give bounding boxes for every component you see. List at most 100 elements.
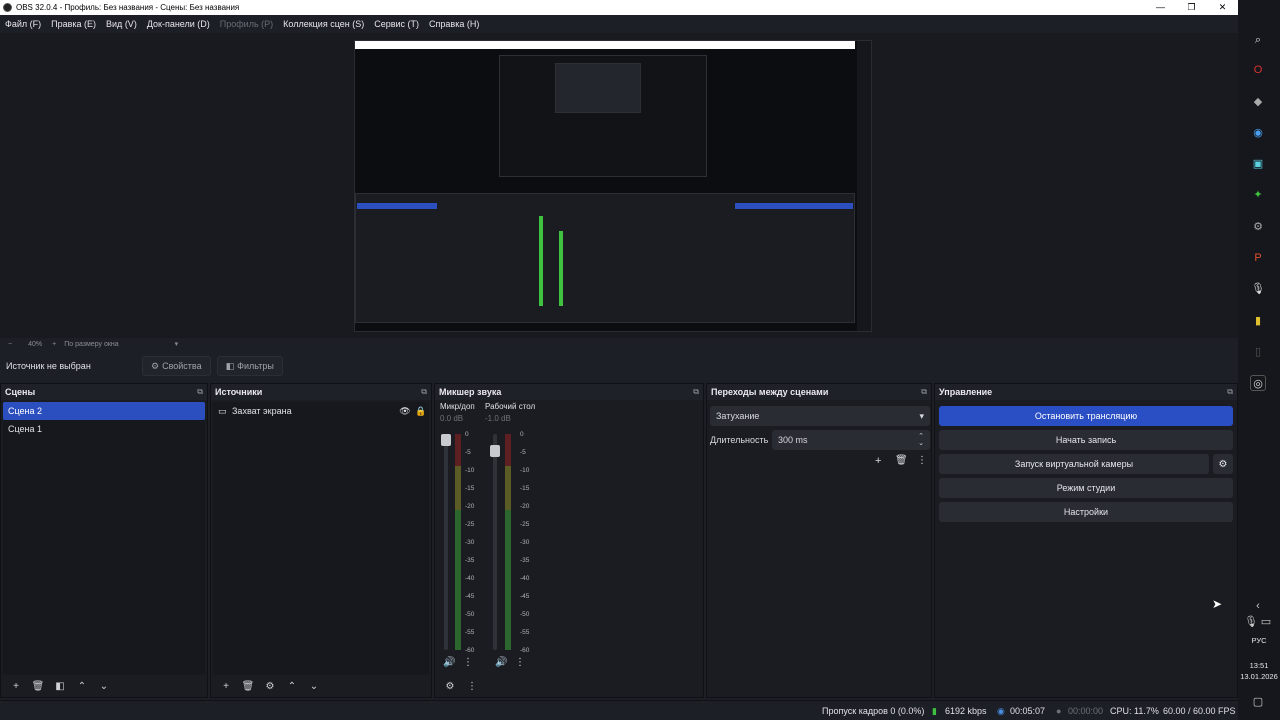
filters-label: Фильтры — [237, 361, 274, 371]
minimize-button[interactable]: — — [1145, 0, 1176, 15]
notification-icon[interactable]: ▢ — [1250, 694, 1266, 710]
powerpoint-icon[interactable]: P — [1250, 250, 1266, 266]
clock-time[interactable]: 13:51 — [1238, 661, 1280, 670]
menu-file[interactable]: Файл (F) — [0, 19, 46, 29]
zoom-in-button[interactable]: + — [52, 341, 56, 348]
trash-icon[interactable]: 🗑 — [237, 681, 259, 692]
source-item[interactable]: ▭ Захват экрана 👁 🔒 — [213, 402, 429, 420]
float-dock-icon[interactable]: ⧉ — [421, 387, 427, 397]
app-icon[interactable]: ◆ — [1250, 94, 1266, 110]
trash-icon[interactable]: 🗑 — [27, 681, 49, 692]
lock-icon[interactable]: 🔒 — [413, 402, 429, 420]
window-title: OBS 32.0.4 - Профиль: Без названия - Сце… — [16, 3, 240, 12]
speaker-icon[interactable]: 🔊 — [495, 657, 507, 668]
close-button[interactable]: ✕ — [1207, 0, 1238, 15]
settings-button[interactable]: Настройки — [939, 502, 1233, 522]
more-options-icon[interactable]: ⋮ — [515, 657, 525, 668]
transition-select[interactable]: Затухание ▾ — [710, 406, 930, 426]
menu-edit[interactable]: Правка (E) — [46, 19, 101, 29]
properties-button[interactable]: ⚙ Свойства — [142, 356, 211, 376]
chevron-left-icon[interactable]: ‹ — [1250, 598, 1266, 614]
filters-button[interactable]: ◧ Фильтры — [216, 356, 283, 376]
add-scene-icon[interactable]: + — [5, 681, 27, 692]
search-icon[interactable]: ⌕ — [1250, 32, 1266, 48]
move-up-icon[interactable]: ⌃ — [71, 681, 93, 692]
app-icon[interactable]: ◉ — [1250, 125, 1266, 141]
trash-icon[interactable]: 🗑 — [895, 455, 908, 466]
volume-fader[interactable] — [441, 434, 451, 650]
microphone-icon[interactable]: 🎙 — [1243, 614, 1259, 630]
float-dock-icon[interactable]: ⧉ — [1227, 387, 1233, 397]
meter-tick-label: -50 — [465, 611, 475, 618]
gear-icon[interactable]: ⚙ — [1213, 454, 1233, 474]
microphone-icon[interactable]: 🎙 — [1250, 281, 1266, 297]
volume-fader[interactable] — [490, 434, 500, 650]
app-icon[interactable]: ▮ — [1250, 313, 1266, 329]
float-dock-icon[interactable]: ⧉ — [921, 387, 927, 397]
more-options-icon[interactable]: ⋮ — [461, 681, 483, 692]
meter-tick-label: -10 — [520, 467, 530, 474]
move-down-icon[interactable]: ⌄ — [303, 681, 325, 692]
spin-arrows-icon[interactable]: ⌃ ⌄ — [918, 433, 924, 447]
meter-tick-label: -50 — [520, 611, 530, 618]
opera-icon[interactable]: O — [1250, 62, 1266, 78]
scene-item[interactable]: Сцена 1 — [3, 420, 205, 438]
chevron-down-icon: ▾ — [919, 410, 924, 421]
zoom-mode-select[interactable]: По размеру окна — [64, 341, 118, 348]
menu-profile[interactable]: Профиль (P) — [215, 19, 278, 29]
float-dock-icon[interactable]: ⧉ — [197, 387, 203, 397]
preview-nested-taskbar — [857, 41, 871, 331]
add-transition-icon[interactable]: + — [875, 455, 881, 467]
fader-knob[interactable] — [490, 445, 500, 457]
meter-tick-label: -20 — [465, 503, 475, 510]
restore-button[interactable]: ❐ — [1176, 0, 1207, 15]
eye-icon[interactable]: 👁 — [397, 402, 413, 420]
menu-scene-collection[interactable]: Коллекция сцен (S) — [278, 19, 369, 29]
float-dock-icon[interactable]: ⧉ — [693, 387, 699, 397]
duration-spinbox[interactable]: 300 ms ⌃ ⌄ — [772, 430, 930, 450]
start-record-button[interactable]: Начать запись — [939, 430, 1233, 450]
keyboard-language[interactable]: РУС — [1238, 636, 1280, 645]
speaker-icon[interactable]: 🔊 — [443, 657, 455, 668]
windows-taskbar: ⌕ O ◆ ◉ ▣ ✦ ⚙ P 🎙 ▮ ▯ ◎ ‹ 🎙 ▭ РУС 13:51 … — [1238, 0, 1280, 720]
sources-list: ▭ Захват экрана 👁 🔒 — [213, 402, 429, 675]
filter-icon[interactable]: ◧ — [49, 681, 71, 692]
preview-nested-titlebar — [355, 41, 855, 49]
chevron-down-icon[interactable]: ▾ — [175, 340, 179, 348]
meter-segment — [505, 466, 511, 510]
zoom-out-button[interactable]: − — [8, 341, 12, 348]
settings-icon[interactable]: ⚙ — [1250, 219, 1266, 235]
scene-item[interactable]: Сцена 2 — [3, 402, 205, 420]
app-icon[interactable]: ✦ — [1250, 187, 1266, 203]
menu-view[interactable]: Вид (V) — [101, 19, 142, 29]
fader-knob[interactable] — [441, 434, 451, 446]
obs-taskbar-icon[interactable]: ◎ — [1250, 375, 1266, 391]
move-down-icon[interactable]: ⌄ — [93, 681, 115, 692]
virtual-camera-button[interactable]: Запуск виртуальной камеры — [939, 454, 1209, 474]
more-options-icon[interactable]: ⋮ — [463, 657, 473, 668]
gear-icon: ⚙ — [151, 360, 160, 371]
menu-tools[interactable]: Сервис (T) — [369, 19, 424, 29]
monitor-icon: ▭ — [218, 406, 227, 416]
transition-value: Затухание — [716, 411, 760, 421]
menu-docks[interactable]: Док-панели (D) — [142, 19, 215, 29]
menu-help[interactable]: Справка (H) — [424, 19, 484, 29]
source-label: Захват экрана — [232, 406, 292, 416]
app-icon[interactable]: ▯ — [1250, 344, 1266, 360]
studio-mode-button[interactable]: Режим студии — [939, 478, 1233, 498]
meter-tick-label: -30 — [520, 539, 530, 546]
more-options-icon[interactable]: ⋮ — [917, 455, 927, 466]
app-icon[interactable]: ▣ — [1250, 156, 1266, 172]
clock-date[interactable]: 13.01.2026 — [1238, 672, 1280, 681]
preview-canvas[interactable] — [354, 40, 872, 332]
meter-tick-label: -25 — [520, 521, 530, 528]
add-source-icon[interactable]: + — [215, 681, 237, 692]
stop-stream-button[interactable]: Остановить трансляцию — [939, 406, 1233, 426]
move-up-icon[interactable]: ⌃ — [281, 681, 303, 692]
dropped-frames: Пропуск кадров 0 (0.0%) — [822, 706, 925, 716]
gear-icon[interactable]: ⚙ — [259, 681, 281, 692]
title-bar: OBS 32.0.4 - Профиль: Без названия - Сце… — [0, 0, 1238, 15]
scenes-title: Сцены — [5, 387, 36, 397]
network-icon[interactable]: ▭ — [1258, 614, 1274, 630]
advanced-audio-icon[interactable]: ⚙ — [439, 681, 461, 692]
